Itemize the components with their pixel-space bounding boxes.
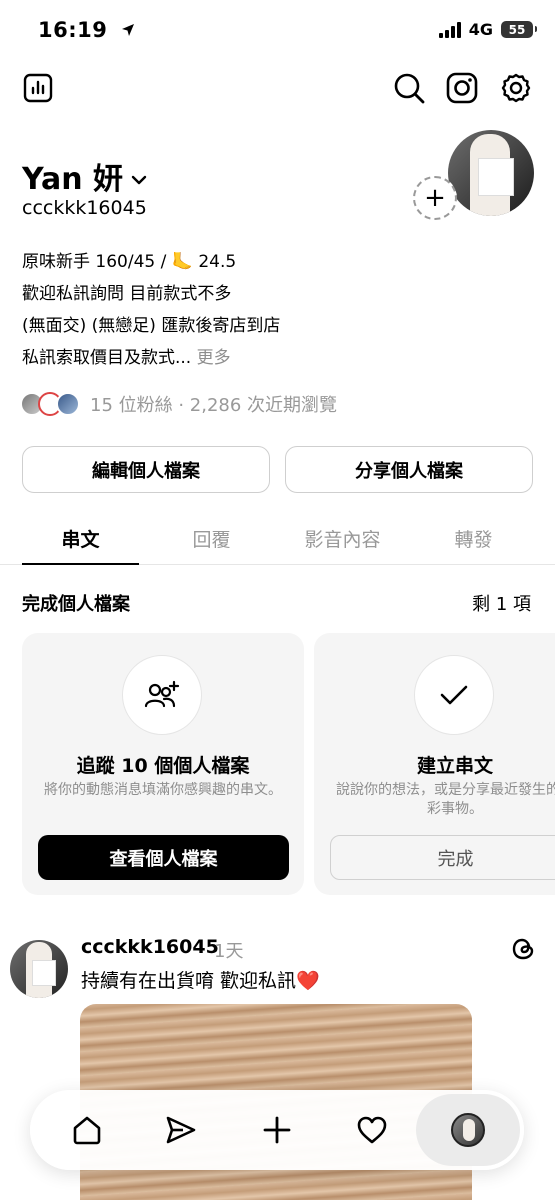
bio-line: 原味新手 160/45 / 🦶 24.5 <box>22 252 237 272</box>
done-button[interactable]: 完成 <box>330 835 555 880</box>
network-label: 4G <box>468 20 493 39</box>
profile-nav-avatar[interactable] <box>446 1108 490 1152</box>
tab-threads[interactable]: 串文 <box>22 525 139 552</box>
add-people-icon <box>122 655 202 735</box>
bottom-nav <box>30 1090 524 1170</box>
home-icon[interactable] <box>65 1108 109 1152</box>
bio-line: 私訊索取價目及款式... <box>22 348 192 368</box>
post-timestamp: 1天 <box>214 941 244 962</box>
instagram-icon[interactable] <box>444 70 480 106</box>
plus-icon[interactable] <box>255 1108 299 1152</box>
status-time-text: 16:19 <box>38 18 108 42</box>
bio-line: (無面交) (無戀足) 匯款後寄店到店 <box>22 316 281 336</box>
battery-icon: 55 <box>501 21 537 38</box>
check-icon <box>414 655 494 735</box>
followers-text: 15 位粉絲 · 2,286 次近期瀏覽 <box>90 395 338 416</box>
top-bar <box>0 68 555 108</box>
heart-icon[interactable] <box>350 1108 394 1152</box>
profile-bio: 原味新手 160/45 / 🦶 24.5 歡迎私訊詢問 目前款式不多 (無面交)… <box>22 246 522 374</box>
signal-icon <box>438 21 461 38</box>
share-profile-button[interactable]: 分享個人檔案 <box>285 446 533 493</box>
insights-icon[interactable] <box>20 70 56 106</box>
tab-media[interactable]: 影音內容 <box>284 525 401 552</box>
card-description: 將你的動態消息填滿你感興趣的串文。 <box>44 782 282 798</box>
edit-profile-button[interactable]: 編輯個人檔案 <box>22 446 270 493</box>
follow-profiles-card: 追蹤 10 個個人檔案 將你的動態消息填滿你感興趣的串文。 查看個人檔案 <box>22 633 304 895</box>
search-icon[interactable] <box>391 70 427 106</box>
complete-profile-title: 完成個人檔案 <box>22 594 130 615</box>
active-tab-indicator <box>22 563 139 565</box>
view-profiles-button[interactable]: 查看個人檔案 <box>38 835 289 880</box>
followers-row[interactable]: 15 位粉絲 · 2,286 次近期瀏覽 <box>20 391 337 417</box>
card-description: 說說你的想法，或是分享最近發生的精彩事物。 <box>336 782 555 817</box>
profile-name-text: Yan 妍 <box>22 162 124 197</box>
status-time: 16:19 <box>38 18 135 42</box>
card-title: 建立串文 <box>416 755 493 777</box>
post-author-avatar[interactable] <box>10 940 68 998</box>
create-thread-card: 建立串文 說說你的想法，或是分享最近發生的精彩事物。 完成 <box>314 633 555 895</box>
bio-line: 歡迎私訊詢問 目前款式不多 <box>22 284 232 304</box>
bio-more-link[interactable]: 更多 <box>197 348 231 368</box>
tab-replies[interactable]: 回覆 <box>153 525 270 552</box>
threads-logo-icon[interactable] <box>511 936 537 962</box>
complete-profile-remaining: 剩 1 項 <box>472 594 531 615</box>
profile-name[interactable]: Yan 妍 <box>22 154 147 198</box>
post-username[interactable]: ccckkk16045 <box>81 936 219 958</box>
profile-tabs: 串文 回覆 影音內容 轉發 <box>0 515 555 565</box>
settings-gear-icon[interactable] <box>498 70 534 106</box>
location-arrow-icon <box>121 18 135 42</box>
card-title: 追蹤 10 個個人檔案 <box>76 755 250 777</box>
post-emoji: ❤️ <box>296 970 320 992</box>
status-bar: 16:19 4G 55 <box>0 0 555 60</box>
bio-line-last: 私訊索取價目及款式... 更多 <box>22 342 522 374</box>
profile-handle: ccckkk16045 <box>22 197 147 219</box>
nav-avatar-image <box>451 1113 485 1147</box>
post-text-body: 持續有在出貨唷 歡迎私訊 <box>81 970 297 992</box>
chevron-down-icon[interactable] <box>131 159 147 194</box>
status-indicators: 4G 55 <box>438 20 537 39</box>
profile-avatar[interactable] <box>448 130 534 216</box>
tab-reposts[interactable]: 轉發 <box>415 525 532 552</box>
follower-avatar <box>56 392 80 416</box>
post-text: 持續有在出貨唷 歡迎私訊❤️ <box>81 966 320 993</box>
battery-level: 55 <box>508 22 526 37</box>
send-icon[interactable] <box>159 1108 203 1152</box>
add-avatar-plus-icon[interactable]: + <box>413 176 457 220</box>
